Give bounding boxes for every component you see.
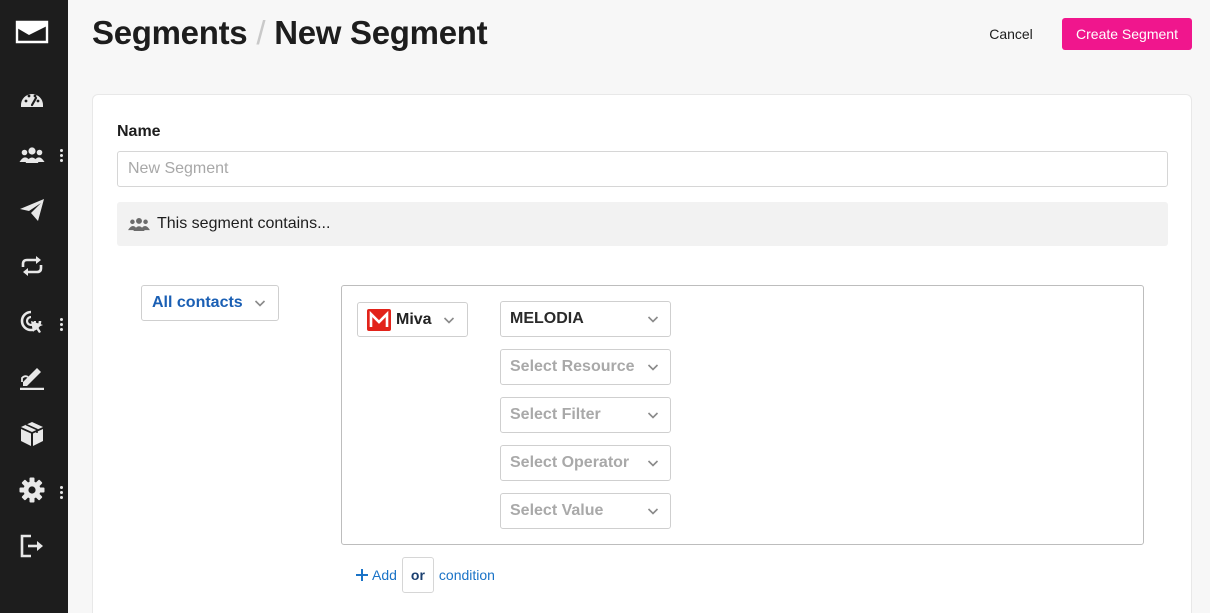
filter-select-placeholder: Select Filter: [510, 406, 601, 423]
operator-select-placeholder: Select Operator: [510, 454, 630, 471]
segment-scope-label: All contacts: [152, 294, 243, 311]
sidebar-item-settings[interactable]: [16, 474, 48, 506]
chevron-down-icon: [647, 316, 659, 323]
contacts-group-icon: [19, 147, 45, 163]
store-select-value: MELODIA: [510, 310, 584, 327]
or-toggle-button[interactable]: or: [401, 557, 434, 593]
segment-name-input[interactable]: [117, 151, 1168, 187]
integration-select[interactable]: Miva: [357, 302, 468, 337]
filter-select[interactable]: Select Filter: [500, 397, 671, 433]
app-logo-icon[interactable]: [15, 18, 49, 46]
store-select[interactable]: MELODIA: [500, 301, 671, 337]
settings-more-icon[interactable]: [57, 484, 65, 500]
add-condition-row: Add or condition: [355, 557, 495, 593]
chevron-down-icon: [647, 508, 659, 515]
operator-select[interactable]: Select Operator: [500, 445, 671, 481]
group-icon: [128, 217, 150, 231]
tracking-cursor-icon: [20, 310, 43, 333]
chevron-down-icon: [443, 317, 455, 324]
cancel-button[interactable]: Cancel: [972, 18, 1050, 50]
condition-group: Miva MELODIA Select Resource Select Filt…: [341, 285, 1144, 545]
miva-logo-icon: [367, 308, 391, 331]
products-box-icon: [21, 422, 43, 446]
sidebar: [0, 0, 68, 613]
contacts-more-icon[interactable]: [57, 147, 65, 163]
logout-icon: [20, 534, 43, 558]
sidebar-item-forms[interactable]: [16, 363, 48, 395]
segment-contains-header: This segment contains...: [117, 202, 1168, 246]
plus-icon: [356, 569, 368, 581]
dashboard-gauge-icon: [21, 94, 43, 107]
chevron-down-icon: [647, 412, 659, 419]
breadcrumb: Segments / New Segment: [92, 14, 488, 52]
breadcrumb-separator: /: [256, 14, 266, 51]
resource-select[interactable]: Select Resource: [500, 349, 671, 385]
condition-link[interactable]: condition: [439, 567, 495, 583]
sidebar-item-campaigns[interactable]: [16, 194, 48, 226]
sidebar-item-contacts[interactable]: [16, 139, 48, 171]
segment-contains-text: This segment contains...: [157, 215, 331, 232]
tracking-more-icon[interactable]: [57, 316, 65, 332]
sidebar-item-automations[interactable]: [16, 250, 48, 282]
campaign-send-icon: [20, 199, 44, 221]
resource-select-placeholder: Select Resource: [510, 358, 635, 375]
breadcrumb-parent[interactable]: Segments: [92, 14, 248, 51]
chevron-down-icon: [647, 460, 659, 467]
chevron-down-icon: [647, 364, 659, 371]
sidebar-item-products[interactable]: [16, 418, 48, 450]
create-segment-button[interactable]: Create Segment: [1062, 18, 1192, 50]
sidebar-item-dashboard[interactable]: [16, 82, 48, 114]
name-label: Name: [117, 123, 161, 140]
sidebar-item-tracking[interactable]: [16, 306, 48, 338]
page-title: New Segment: [274, 14, 488, 51]
add-condition-button[interactable]: Add: [355, 567, 397, 583]
value-select[interactable]: Select Value: [500, 493, 671, 529]
signup-forms-icon: [20, 368, 44, 390]
add-label: Add: [372, 567, 397, 583]
automation-loop-icon: [21, 256, 43, 276]
settings-gear-icon: [19, 477, 45, 503]
integration-label: Miva: [396, 310, 432, 328]
value-select-placeholder: Select Value: [510, 502, 604, 519]
chevron-down-icon: [254, 300, 266, 307]
segment-editor-card: Name This segment contains... All contac…: [92, 94, 1192, 613]
segment-scope-select[interactable]: All contacts: [141, 285, 279, 321]
sidebar-item-logout[interactable]: [16, 530, 48, 562]
